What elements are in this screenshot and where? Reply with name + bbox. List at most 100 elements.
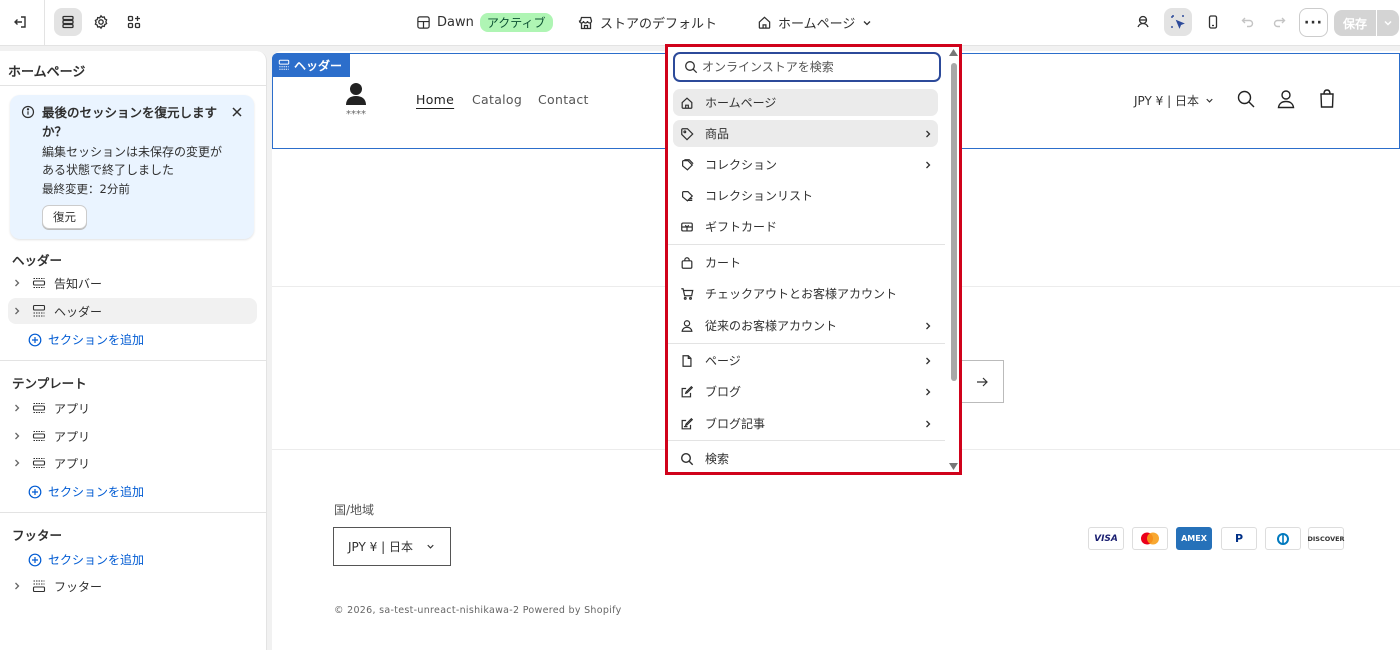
close-icon[interactable] <box>230 105 244 119</box>
scrollbar-thumb[interactable] <box>951 63 957 381</box>
paypal-icon: P <box>1221 527 1257 550</box>
cart-icon <box>681 287 694 300</box>
scroll-up-icon[interactable] <box>949 49 958 56</box>
menu-item-page[interactable]: ページ <box>673 347 938 374</box>
person-icon <box>681 319 693 332</box>
account-icon[interactable] <box>1276 89 1296 109</box>
chevron-right-icon <box>926 161 931 168</box>
sidebar-item-announcement-bar[interactable]: 告知バー <box>8 270 257 296</box>
exit-icon[interactable] <box>6 8 34 36</box>
blog-post-icon <box>681 417 694 429</box>
mobile-view-icon[interactable] <box>1199 8 1227 36</box>
chevron-right-icon <box>15 279 20 287</box>
visa-icon: VISA <box>1088 527 1124 550</box>
section-icon <box>32 402 46 414</box>
sidebar-item-label: ヘッダー <box>54 304 103 319</box>
logo-person-icon <box>346 83 366 105</box>
currency-label: JPY ¥ | 日本 <box>1134 94 1199 108</box>
section-icon <box>32 277 46 289</box>
page-selector[interactable]: ホームページ <box>757 13 873 32</box>
menu-item-label: ブログ記事 <box>705 417 766 431</box>
chevron-down-icon <box>863 20 871 25</box>
chevron-right-icon <box>926 420 931 427</box>
menu-item-search[interactable]: 検索 <box>673 445 938 472</box>
header-section-icon <box>278 59 290 70</box>
menu-item-collection[interactable]: コレクション <box>673 151 938 178</box>
redo-icon[interactable] <box>1265 8 1293 36</box>
blog-icon <box>681 385 694 397</box>
search-icon <box>680 452 694 465</box>
footer-country-selector[interactable]: JPY ¥ | 日本 <box>333 527 451 566</box>
more-actions-button[interactable]: ··· <box>1299 8 1328 37</box>
store-default-selector[interactable]: ストアのデフォルト <box>578 13 717 32</box>
menu-item-label: 商品 <box>705 127 730 141</box>
chevron-right-icon <box>926 130 931 137</box>
footer-group-heading: フッター <box>12 528 63 543</box>
sidebar-divider <box>0 85 267 86</box>
nav-contact-link[interactable]: Contact <box>538 92 589 107</box>
restore-button[interactable]: 復元 <box>42 205 87 229</box>
undo-icon[interactable] <box>1234 8 1262 36</box>
sidebar-item-header[interactable]: ヘッダー <box>8 298 257 324</box>
country-value: JPY ¥ | 日本 <box>348 540 413 554</box>
add-section-header-button[interactable]: セクションを追加 <box>28 331 144 348</box>
section-icon <box>32 457 46 469</box>
search-input[interactable] <box>702 60 922 74</box>
status-badge: アクティブ <box>479 13 553 32</box>
sidebar-item-label: アプリ <box>54 456 91 471</box>
collection-icon <box>682 158 694 171</box>
menu-item-label: 従来のお客様アカウント <box>705 319 838 333</box>
theme-selector[interactable]: Dawn アクティブ <box>416 13 553 32</box>
header-section-tag[interactable]: ヘッダー <box>272 53 351 77</box>
save-options-button[interactable] <box>1377 10 1399 36</box>
inspector-icon[interactable] <box>1129 8 1157 36</box>
add-section-label: セクションを追加 <box>48 553 145 567</box>
add-section-label: セクションを追加 <box>48 333 145 347</box>
sidebar-item-app[interactable]: アプリ <box>8 450 257 476</box>
sidebar-item-app[interactable]: アプリ <box>8 423 257 449</box>
menu-item-collection-list[interactable]: コレクションリスト <box>673 182 938 209</box>
home-icon <box>681 96 693 109</box>
chevron-right-icon <box>15 582 20 590</box>
diners-club-icon <box>1265 527 1301 550</box>
menu-item-gift-card[interactable]: ギフトカード <box>673 213 938 240</box>
chevron-down-icon <box>1206 98 1213 103</box>
menu-item-blog-post[interactable]: ブログ記事 <box>673 410 938 437</box>
section-icon <box>32 430 46 442</box>
menu-item-label: コレクションリスト <box>705 189 814 203</box>
add-section-template-button[interactable]: セクションを追加 <box>28 483 144 500</box>
menu-item-legacy-accounts[interactable]: 従来のお客様アカウント <box>673 312 938 339</box>
page-icon <box>682 354 692 367</box>
scroll-down-icon[interactable] <box>949 463 958 470</box>
apps-icon[interactable] <box>120 8 148 36</box>
cart-icon[interactable] <box>1317 89 1337 109</box>
sidebar-item-footer[interactable]: フッター <box>8 573 257 599</box>
tag-icon <box>681 127 694 141</box>
menu-item-label: コレクション <box>705 158 778 172</box>
menu-item-cart[interactable]: カート <box>673 249 938 276</box>
header-currency-selector[interactable]: JPY ¥ | 日本 <box>1134 92 1215 109</box>
select-cursor-icon[interactable] <box>1164 8 1192 36</box>
next-arrow-button[interactable] <box>960 360 1004 403</box>
gear-icon[interactable] <box>87 8 115 36</box>
dropdown-scrollbar[interactable] <box>948 47 959 472</box>
plus-circle-icon <box>28 485 42 498</box>
sidebar-item-label: フッター <box>54 579 103 594</box>
search-icon[interactable] <box>1236 89 1256 109</box>
menu-item-products[interactable]: 商品 <box>673 120 938 147</box>
search-field[interactable] <box>673 52 941 82</box>
menu-item-home[interactable]: ホームページ <box>673 89 938 116</box>
save-button[interactable]: 保存 <box>1334 10 1376 36</box>
chevron-right-icon <box>926 322 931 329</box>
menu-item-checkout[interactable]: チェックアウトとお客様アカウント <box>673 280 938 307</box>
store-logo[interactable]: **** <box>338 81 374 120</box>
menu-divider <box>668 343 945 344</box>
footer-section-icon <box>32 580 46 593</box>
sections-icon[interactable] <box>54 8 82 36</box>
nav-catalog-link[interactable]: Catalog <box>472 92 522 107</box>
nav-home-link[interactable]: Home <box>416 92 454 107</box>
home-icon <box>758 16 771 29</box>
menu-item-blog[interactable]: ブログ <box>673 378 938 405</box>
sidebar-item-app[interactable]: アプリ <box>8 395 257 421</box>
add-section-footer-button[interactable]: セクションを追加 <box>28 551 144 568</box>
